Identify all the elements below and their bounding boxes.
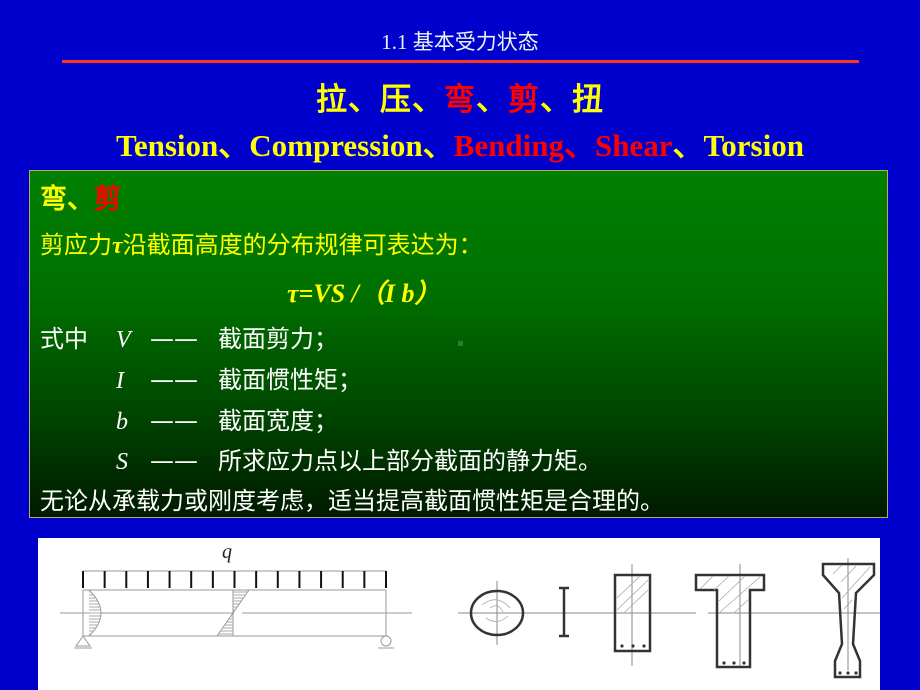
def-symbol: b [116, 409, 128, 435]
intro-line: 剪应力τ沿截面高度的分布规律可表达为： [40, 225, 483, 260]
title-en-shear: Shear [594, 128, 673, 163]
title-en-tension: Tension [116, 128, 219, 163]
def-dash: —— [150, 325, 198, 353]
title-en-torsion: Torsion [703, 128, 804, 163]
intro-tau: τ [112, 233, 123, 259]
def-meaning: 截面宽度； [218, 407, 338, 435]
beam-sections-diagram: q [60, 541, 880, 679]
def-dash: —— [150, 407, 198, 435]
def-meaning: 截面惯性矩； [218, 366, 362, 394]
subtitle-sep: 、 [67, 184, 94, 215]
parabola-hatch [89, 591, 101, 635]
load-arrows [82, 571, 387, 588]
title-en-sep: 、 [422, 128, 454, 163]
definition-row: I —— 截面惯性矩； [116, 360, 362, 395]
definition-row: b —— 截面宽度； [116, 401, 338, 436]
intro-pre: 剪应力 [40, 231, 112, 259]
shear-formula: τ=VS /（I b） [287, 279, 441, 308]
t-section [694, 573, 766, 669]
intro-post: 沿截面高度的分布规律可表达为： [122, 231, 483, 259]
title-english: Tension、Compression、Bending、Shear、Torsio… [0, 120, 920, 165]
def-meaning: 所求应力点以上部分截面的静力矩。 [218, 447, 602, 475]
cross-sections [458, 558, 880, 679]
title-en-bending: Bending [453, 128, 564, 163]
title-cn-tension: 拉 [316, 82, 348, 118]
title-cn-sep: 、 [348, 82, 380, 118]
conclusion-line: 无论从承载力或刚度考虑，适当提高截面惯性矩是合理的。 [40, 487, 664, 515]
title-divider [62, 60, 859, 63]
roller-support-icon [380, 635, 392, 647]
def-symbol: V [116, 327, 131, 353]
i-symbol-section [559, 586, 569, 638]
title-cn-sep: 、 [412, 82, 444, 118]
content-panel: 弯、剪 剪应力τ沿截面高度的分布规律可表达为： τ=VS /（I b） 式中 V —… [29, 170, 888, 518]
def-dash: —— [150, 447, 198, 475]
title-en-sep: 、 [672, 128, 704, 163]
diagram-panel: q [38, 538, 880, 690]
def-symbol: S [116, 449, 128, 475]
definition-row: S —— 所求应力点以上部分截面的静力矩。 [116, 441, 602, 476]
title-cn-torsion: 扭 [572, 82, 604, 118]
title-cn-sep: 、 [476, 82, 508, 118]
beam-diagram: q [60, 541, 412, 649]
section-title: 1.1 基本受力状态 [381, 30, 539, 54]
title-en-sep: 、 [563, 128, 595, 163]
def-symbol: I [116, 368, 124, 394]
stray-mark [458, 341, 463, 346]
subtitle-shear: 剪 [94, 184, 121, 215]
title-cn-shear: 剪 [508, 82, 540, 118]
title-en-compression: Compression [249, 128, 423, 163]
panel-subtitle: 弯、剪 [40, 177, 121, 216]
load-label-q: q [222, 541, 232, 563]
title-cn-bending: 弯 [444, 82, 476, 118]
def-dash: —— [150, 366, 198, 394]
rebar-dots [620, 644, 858, 675]
def-meaning: 截面剪力； [218, 325, 338, 353]
where-label: 式中 [40, 325, 88, 353]
title-cn-compression: 压 [380, 82, 412, 118]
pin-support-icon [75, 635, 91, 647]
title-en-sep: 、 [218, 128, 250, 163]
title-cn-sep: 、 [540, 82, 572, 118]
definition-row: 式中 V —— 截面剪力； [40, 319, 338, 354]
subtitle-bending: 弯 [40, 184, 67, 215]
title-chinese: 拉、压、弯、剪、扭 [0, 74, 920, 119]
